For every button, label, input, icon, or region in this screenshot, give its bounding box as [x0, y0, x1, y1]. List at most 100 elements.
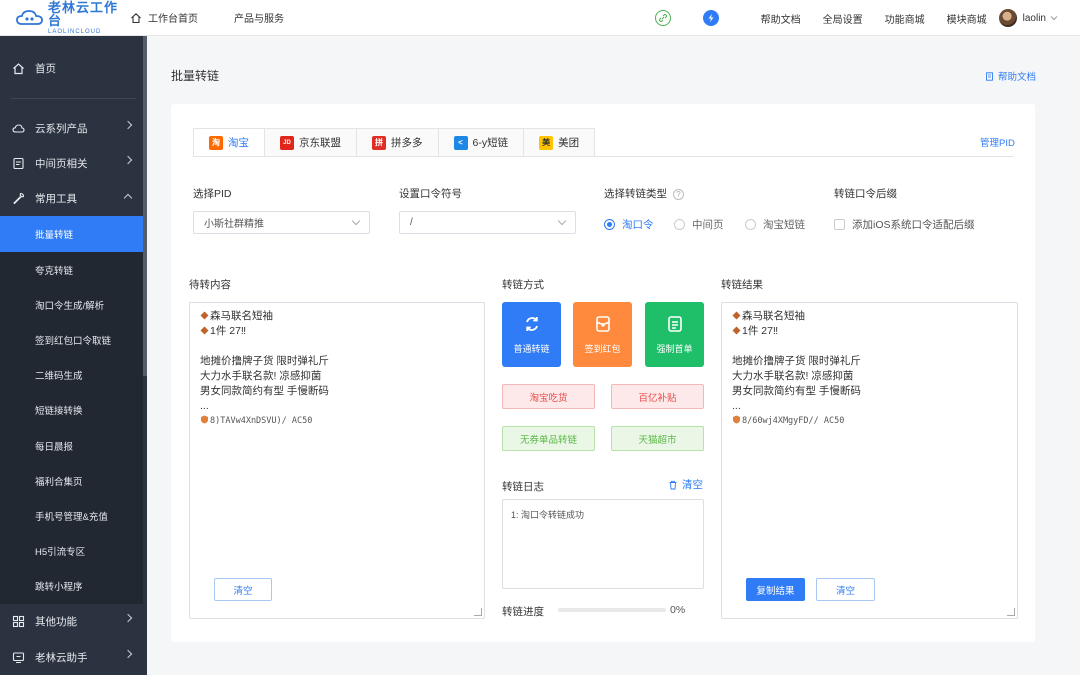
- shield-icon: [733, 415, 740, 424]
- text-line: 1件 27‼: [732, 324, 1007, 339]
- sidebar-subitem-h5-traffic[interactable]: H5引流专区: [0, 533, 143, 569]
- question-icon[interactable]: ?: [673, 188, 684, 200]
- diamond-icon: [732, 326, 741, 335]
- tab-taobao[interactable]: 淘 淘宝: [193, 128, 265, 157]
- sidebar-subitem-mini-program[interactable]: 跳转小程序: [0, 568, 143, 604]
- text-line: 森马联名短袖: [732, 309, 1007, 324]
- methods-label: 转链方式: [502, 279, 544, 291]
- sidebar-item-middle-page[interactable]: 中间页相关: [0, 145, 143, 181]
- sidebar-subitem-phone-management[interactable]: 手机号管理&充值: [0, 498, 143, 534]
- logo[interactable]: 老林云工作台 LAOLINCLOUD: [0, 1, 120, 35]
- sidebar-subitem-qrcode[interactable]: 二维码生成: [0, 357, 143, 393]
- text-line: 男女同款简约有型 手慢断码: [200, 385, 329, 397]
- log-clear-button[interactable]: 清空: [668, 477, 703, 492]
- output-textarea[interactable]: 森马联名短袖 1件 27‼ 地摊价撸牌子货 限时弹礼斤 大力水手联名款! 凉感抑…: [721, 302, 1018, 619]
- normal-convert-button[interactable]: 普通转链: [502, 302, 561, 367]
- nav-products-services[interactable]: 产品与服务: [234, 10, 284, 25]
- taobao-foodie-button[interactable]: 淘宝吃货: [502, 384, 595, 409]
- tabs-divider: [193, 156, 1014, 157]
- signin-redpacket-button[interactable]: 签到红包: [573, 302, 632, 367]
- tab-label: 6-y短链: [472, 137, 509, 149]
- sidebar-subitem-batch-convert[interactable]: 批量转链: [0, 216, 143, 252]
- module-store-link[interactable]: 模块商城: [947, 11, 987, 26]
- big-button-label: 普通转链: [513, 344, 550, 354]
- nav-workbench-home[interactable]: 工作台首页: [130, 10, 198, 25]
- progress-bar: [558, 608, 666, 612]
- help-doc-link[interactable]: 帮助文档: [985, 69, 1036, 83]
- grid-icon: [11, 614, 25, 628]
- feature-store-link[interactable]: 功能商城: [885, 11, 925, 26]
- taobao-icon: 淘: [209, 135, 223, 150]
- text-line: [732, 339, 1007, 354]
- page-icon: [11, 156, 25, 170]
- sidebar-item-label: 老林云助手: [35, 651, 88, 664]
- avatar[interactable]: [998, 9, 1017, 27]
- manage-pid-link[interactable]: 管理PID: [980, 135, 1015, 149]
- radio-label: 淘宝短链: [763, 219, 805, 231]
- convert-type-label: 选择转链类型?: [604, 186, 684, 201]
- resize-handle[interactable]: [1007, 608, 1015, 616]
- sidebar-subitem-taokouling[interactable]: 淘口令生成/解析: [0, 287, 143, 323]
- pid-select[interactable]: 小斯社群精推: [193, 211, 370, 234]
- no-coupon-convert-button[interactable]: 无券单品转链: [502, 426, 595, 451]
- radio-dot: [604, 219, 615, 230]
- chevron-down-icon[interactable]: [1050, 14, 1058, 22]
- tab-meituan[interactable]: 美 美团: [524, 128, 596, 157]
- force-first-order-button[interactable]: 强制首单: [645, 302, 704, 367]
- chevron-down-icon: [351, 216, 361, 226]
- assistant-icon: [11, 650, 25, 664]
- jd-icon: JD: [280, 135, 294, 150]
- tab-pinduoduo[interactable]: 拼 拼多多: [357, 128, 439, 157]
- sidebar-subitem-short-link[interactable]: 短链接转换: [0, 392, 143, 428]
- tmall-supermarket-button[interactable]: 天猫超市: [611, 426, 704, 451]
- top-nav: 工作台首页 产品与服务: [130, 10, 320, 25]
- radio-taobao-shortlink[interactable]: 淘宝短链: [745, 217, 805, 232]
- list-icon: [665, 314, 685, 334]
- billion-subsidy-button[interactable]: 百亿补贴: [611, 384, 704, 409]
- sidebar-subitem-daily-report[interactable]: 每日晨报: [0, 428, 143, 464]
- tab-6y-shortlink[interactable]: < 6-y短链: [438, 128, 525, 157]
- global-settings-link[interactable]: 全局设置: [823, 11, 863, 26]
- big-button-label: 强制首单: [656, 344, 693, 354]
- log-box: 1: 淘口令转链成功: [502, 499, 704, 589]
- pinduoduo-icon: 拼: [372, 135, 386, 150]
- sidebar-item-cloud-products[interactable]: 云系列产品: [0, 110, 143, 146]
- help-docs-link[interactable]: 帮助文档: [761, 11, 801, 26]
- sidebar-item-home[interactable]: 首页: [0, 50, 143, 86]
- radio-dot: [674, 219, 685, 230]
- sidebar-item-common-tools[interactable]: 常用工具: [0, 180, 143, 216]
- log-clear-label: 清空: [682, 479, 703, 491]
- tab-jd[interactable]: JD 京东联盟: [265, 128, 357, 157]
- convert-type-label-text: 选择转链类型: [604, 188, 667, 200]
- sidebar-item-other-features[interactable]: 其他功能: [0, 603, 143, 639]
- input-clear-button[interactable]: 清空: [214, 578, 272, 601]
- resize-handle[interactable]: [474, 608, 482, 616]
- tab-label: 淘宝: [228, 137, 249, 149]
- lightning-icon[interactable]: [702, 10, 719, 26]
- username[interactable]: laolin: [1023, 13, 1046, 24]
- symbol-select[interactable]: /: [399, 211, 576, 234]
- radio-middle-page[interactable]: 中间页: [674, 217, 724, 232]
- page-title: 批量转链: [171, 69, 220, 83]
- sidebar-item-laolin-assistant[interactable]: 老林云助手: [0, 639, 143, 675]
- input-textarea[interactable]: 森马联名短袖 1件 27‼ 地摊价撸牌子货 限时弹礼斤 大力水手联名款! 凉感抑…: [189, 302, 485, 619]
- sidebar-subitem-welfare-collection[interactable]: 福利合集页: [0, 463, 143, 499]
- text-line: 大力水手联名款! 凉感抑菌: [732, 370, 854, 382]
- diamond-icon: [200, 311, 209, 320]
- radio-taokouling[interactable]: 淘口令: [604, 217, 654, 232]
- sidebar-subitem-signin-redpacket[interactable]: 签到红包口令取链: [0, 322, 143, 358]
- help-doc-label: 帮助文档: [998, 72, 1037, 83]
- link-icon[interactable]: [654, 10, 671, 26]
- output-clear-button[interactable]: 清空: [816, 578, 875, 601]
- progress-label: 转链进度: [502, 606, 544, 618]
- text-line: 地摊价撸牌子货 限时弹礼斤: [200, 355, 329, 367]
- sidebar-subitem-quark-convert[interactable]: 夸克转链: [0, 252, 143, 288]
- sidebar-scrollbar[interactable]: [143, 36, 147, 376]
- text-line: [200, 339, 474, 354]
- output-label: 转链结果: [721, 279, 763, 291]
- copy-result-button[interactable]: 复制结果: [746, 578, 805, 601]
- text-line: 大力水手联名款! 凉感抑菌: [200, 370, 322, 382]
- checkbox-label: 添加iOS系统口令适配后缀: [852, 219, 975, 231]
- pid-select-value: 小斯社群精推: [204, 219, 264, 230]
- ios-suffix-checkbox[interactable]: 添加iOS系统口令适配后缀: [834, 217, 975, 232]
